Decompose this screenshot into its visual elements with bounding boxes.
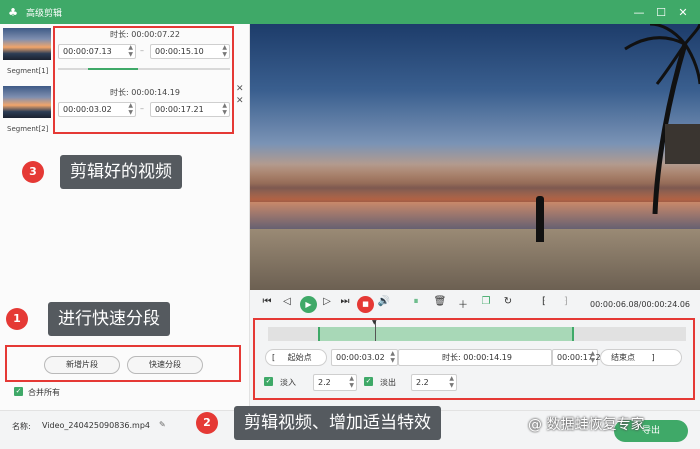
video-person (536, 196, 544, 242)
segment-thumbnail[interactable] (3, 28, 51, 60)
playback-timecode: 00:00:06.08/00:00:24.06 (590, 300, 690, 309)
mark-in-icon[interactable]: ⁅ (537, 296, 551, 307)
video-sand (250, 229, 700, 290)
maximize-button[interactable]: ☐ (650, 6, 672, 19)
split-buttons-highlight (5, 345, 241, 382)
callout-number: 2 (196, 412, 218, 434)
close-icon[interactable]: ✕ (236, 84, 244, 94)
title-bar: ♣ 高级剪辑 — ☐ ✕ (0, 0, 700, 24)
close-icon[interactable]: ✕ (236, 96, 244, 106)
callout-label: 进行快速分段 (48, 302, 170, 336)
callout-label: 剪辑视频、增加适当特效 (234, 406, 441, 440)
filename-value: Video_240425090836.mp4 (42, 421, 150, 430)
new-segment-button[interactable]: 新增片段 (44, 356, 120, 374)
advanced-editor-window: ♣ 高级剪辑 — ☐ ✕ Segment[1] 时长: 00:00:07.22 … (0, 0, 700, 449)
window-controls: — ☐ ✕ (628, 0, 694, 24)
copy-icon[interactable]: ❐ (479, 296, 493, 307)
stop-button[interactable]: ■ (357, 296, 374, 313)
merge-all-checkbox[interactable]: ✓ (14, 387, 23, 396)
segment-name: Segment[1] (7, 67, 49, 75)
window-title: 高级剪辑 (26, 8, 63, 19)
video-preview[interactable] (250, 24, 700, 290)
callout-number: 3 (22, 161, 44, 183)
volume-icon[interactable]: 🔊 (377, 296, 391, 307)
skip-end-icon[interactable]: ⏭ (338, 296, 352, 307)
step-forward-icon[interactable]: ▷ (320, 296, 334, 307)
rename-pencil-icon[interactable]: ✎ (159, 420, 166, 429)
reset-icon[interactable]: ↻ (501, 296, 515, 307)
frog-logo-icon: ♣ (8, 5, 18, 19)
play-button[interactable]: ▶ (300, 296, 317, 313)
quick-split-button[interactable]: 快速分段 (127, 356, 203, 374)
mark-out-icon[interactable]: ⁆ (559, 296, 573, 307)
watermark-text: @ 数据蛙恢复专家 (528, 417, 645, 433)
minimize-button[interactable]: — (628, 6, 650, 19)
merge-all-label: 合并所有 (28, 388, 60, 397)
segment-list-highlight (53, 26, 234, 134)
skip-start-icon[interactable]: ⏮ (260, 296, 274, 307)
callout-label: 剪辑好的视频 (60, 155, 182, 189)
split-icon[interactable]: ⏸ (409, 296, 423, 307)
close-button[interactable]: ✕ (672, 6, 694, 19)
step-back-icon[interactable]: ◁ (280, 296, 294, 307)
segment-name: Segment[2] (7, 125, 49, 133)
callout-number: 1 (6, 308, 28, 330)
delete-icon[interactable]: 🗑 (433, 296, 447, 307)
add-icon[interactable]: ＋ (456, 296, 470, 311)
filename-label: 名称: (12, 422, 31, 431)
video-palm-tree (624, 24, 700, 214)
segment-thumbnail[interactable] (3, 86, 51, 118)
trim-controls-highlight (253, 318, 695, 400)
